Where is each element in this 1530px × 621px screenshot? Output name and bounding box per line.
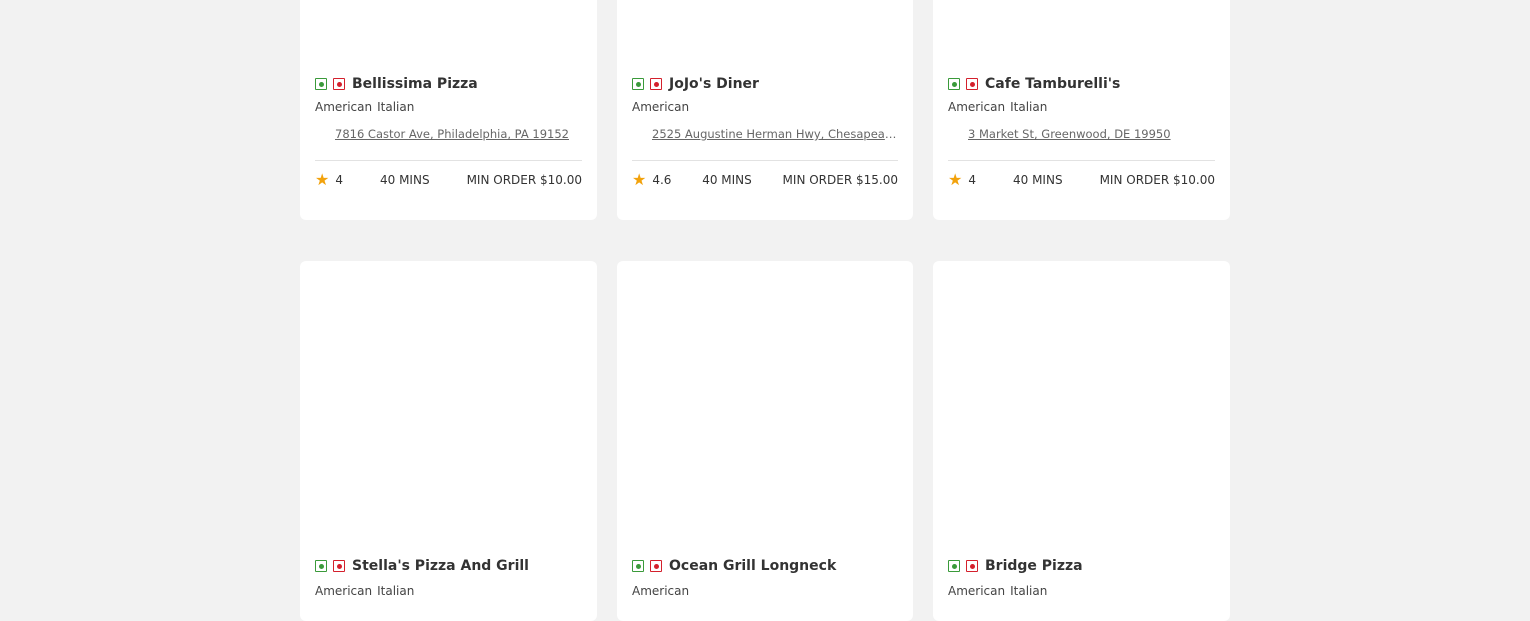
delivery-time: 40 MINS — [1012, 173, 1063, 187]
min-order: MIN ORDER $10.00 — [1099, 173, 1215, 187]
nonveg-icon — [333, 560, 345, 572]
rating-value: 4 — [968, 173, 976, 187]
veg-icon — [632, 78, 644, 90]
veg-icon — [315, 78, 327, 90]
restaurant-card[interactable]: Bellissima Pizza American Italian 7816 C… — [300, 0, 597, 220]
divider — [315, 160, 582, 161]
restaurant-meta: ★ 4 40 MINS MIN ORDER $10.00 — [315, 170, 582, 189]
rating: ★ 4 — [948, 170, 976, 189]
restaurant-card[interactable]: Bridge Pizza American Italian — [933, 261, 1230, 621]
cuisine-tag: American — [632, 584, 690, 598]
star-icon: ★ — [948, 170, 963, 189]
restaurant-name[interactable]: Cafe Tamburelli's — [985, 76, 1120, 92]
restaurant-grid: Bellissima Pizza American Italian 7816 C… — [0, 0, 1530, 621]
cuisine-tag: American — [948, 584, 1006, 598]
cuisine-tag: American — [315, 100, 373, 114]
delivery-time: 40 MINS — [702, 173, 752, 187]
restaurant-address-link[interactable]: 3 Market St, Greenwood, DE 19950 — [968, 127, 1213, 141]
cuisine-tag: Italian — [1010, 584, 1048, 598]
restaurant-address-link[interactable]: 2525 Augustine Herman Hwy, Chesapeake Ci… — [652, 127, 897, 141]
cuisine-list: American Italian — [948, 100, 1047, 114]
veg-icon — [948, 78, 960, 90]
rating: ★ 4.6 — [632, 170, 672, 189]
restaurant-card[interactable]: Cafe Tamburelli's American Italian 3 Mar… — [933, 0, 1230, 220]
nonveg-icon — [650, 78, 662, 90]
restaurant-title: Stella's Pizza And Grill — [315, 558, 529, 574]
restaurant-title: Cafe Tamburelli's — [948, 76, 1120, 92]
veg-icon — [632, 560, 644, 572]
veg-icon — [948, 560, 960, 572]
restaurant-name[interactable]: Bridge Pizza — [985, 558, 1083, 574]
nonveg-icon — [966, 78, 978, 90]
cuisine-tag: Italian — [377, 584, 415, 598]
cuisine-list: American Italian — [948, 584, 1047, 598]
star-icon: ★ — [315, 170, 330, 189]
star-icon: ★ — [632, 170, 647, 189]
cuisine-list: American Italian — [315, 100, 414, 114]
delivery-time: 40 MINS — [379, 173, 430, 187]
cuisine-tag: Italian — [1010, 100, 1048, 114]
restaurant-name[interactable]: JoJo's Diner — [669, 76, 759, 92]
restaurant-card[interactable]: JoJo's Diner American 2525 Augustine Her… — [617, 0, 913, 220]
restaurant-card[interactable]: Ocean Grill Longneck American — [617, 261, 913, 621]
nonveg-icon — [650, 560, 662, 572]
cuisine-tag: American — [632, 100, 690, 114]
restaurant-address-link[interactable]: 7816 Castor Ave, Philadelphia, PA 19152 — [335, 127, 580, 141]
cuisine-list: American — [632, 584, 689, 598]
cuisine-list: American Italian — [315, 584, 414, 598]
restaurant-title: Ocean Grill Longneck — [632, 558, 836, 574]
restaurant-card[interactable]: Stella's Pizza And Grill American Italia… — [300, 261, 597, 621]
cuisine-list: American — [632, 100, 689, 114]
restaurant-name[interactable]: Stella's Pizza And Grill — [352, 558, 529, 574]
divider — [632, 160, 898, 161]
veg-icon — [315, 560, 327, 572]
min-order: MIN ORDER $10.00 — [466, 173, 582, 187]
restaurant-meta: ★ 4.6 40 MINS MIN ORDER $15.00 — [632, 170, 898, 189]
cuisine-tag: Italian — [377, 100, 415, 114]
rating: ★ 4 — [315, 170, 343, 189]
divider — [948, 160, 1215, 161]
rating-value: 4.6 — [652, 173, 672, 187]
nonveg-icon — [966, 560, 978, 572]
cuisine-tag: American — [948, 100, 1006, 114]
nonveg-icon — [333, 78, 345, 90]
restaurant-title: Bellissima Pizza — [315, 76, 478, 92]
restaurant-title: JoJo's Diner — [632, 76, 759, 92]
restaurant-name[interactable]: Ocean Grill Longneck — [669, 558, 836, 574]
restaurant-name[interactable]: Bellissima Pizza — [352, 76, 478, 92]
restaurant-title: Bridge Pizza — [948, 558, 1083, 574]
restaurant-meta: ★ 4 40 MINS MIN ORDER $10.00 — [948, 170, 1215, 189]
min-order: MIN ORDER $15.00 — [782, 173, 898, 187]
rating-value: 4 — [335, 173, 343, 187]
cuisine-tag: American — [315, 584, 373, 598]
